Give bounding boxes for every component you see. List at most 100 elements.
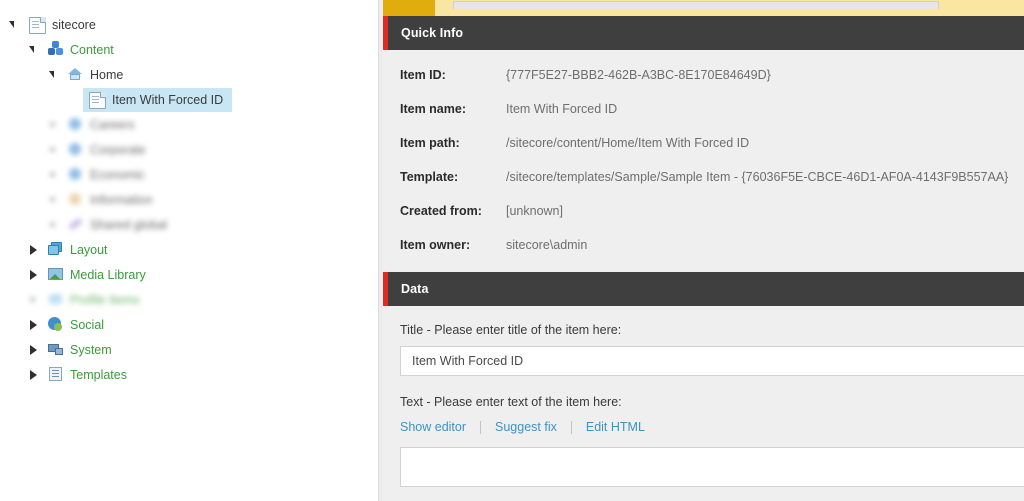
expand-arrow-right-icon[interactable] — [27, 243, 40, 256]
cubes-icon — [47, 41, 64, 58]
ribbon-inset-bar — [453, 1, 939, 9]
media-icon — [47, 266, 64, 283]
quick-info-label: Item ID: — [400, 68, 446, 82]
tree-item-corporate[interactable]: Corporate — [0, 137, 378, 162]
tree-item-label: Economic — [90, 167, 145, 182]
tree-item-content[interactable]: Content — [0, 37, 378, 62]
globe-orange-icon — [67, 191, 84, 208]
tree-item-content[interactable]: Media Library — [43, 263, 155, 286]
quick-info-label: Created from: — [400, 204, 482, 218]
tree-bullet-icon — [47, 168, 60, 181]
tree-item-label: Corporate — [90, 142, 146, 157]
tree-item-content[interactable]: Templates — [43, 363, 136, 386]
globe-blue-icon — [67, 166, 84, 183]
tree-item-content[interactable]: System — [43, 338, 121, 361]
ribbon-active-tab[interactable] — [383, 0, 435, 16]
tree-item-label: Content — [70, 42, 114, 57]
expand-arrow-right-icon[interactable] — [27, 368, 40, 381]
quick-info-rows: Item ID: {777F5E27-BBB2-462B-A3BC-8E170E8… — [383, 68, 1024, 272]
quick-info-body: Item ID: {777F5E27-BBB2-462B-A3BC-8E170E8… — [383, 50, 1024, 272]
quick-info-title: Quick Info — [401, 26, 464, 40]
tree-item-item-with-forced-id[interactable]: Item With Forced ID — [0, 87, 378, 112]
tree-item-profile-items[interactable]: Profile Items — [0, 287, 378, 312]
expand-arrow-right-icon[interactable] — [27, 268, 40, 281]
quick-info-row: Created from: [unknown] — [383, 204, 1024, 238]
quick-info-value: /sitecore/content/Home/Item With Forced … — [506, 136, 750, 150]
tree-item-layout[interactable]: Layout — [0, 237, 378, 262]
tree-item-templates[interactable]: Templates — [0, 362, 378, 387]
expand-arrow-down-icon[interactable] — [27, 43, 40, 56]
system-icon — [47, 341, 64, 358]
tree-item-content[interactable]: Social — [43, 313, 113, 336]
tree-item-information[interactable]: Information — [0, 187, 378, 212]
sitecore-content-editor: sitecore Content Home Item With Forced ID Ca… — [0, 0, 1024, 501]
tree-bullet-icon — [47, 118, 60, 131]
tree-item-label: Media Library — [70, 267, 146, 282]
tree-item-content[interactable]: Shared global — [63, 213, 176, 236]
tree-item-label: Social — [70, 317, 105, 332]
tree-item-social[interactable]: Social — [0, 312, 378, 337]
tree-item-careers[interactable]: Careers — [0, 112, 378, 137]
tree-item-media-library[interactable]: Media Library — [0, 262, 378, 287]
title-field-label: Title - Please enter title of the item h… — [400, 323, 622, 337]
show-editor-link[interactable]: Show editor — [400, 420, 466, 434]
tree-bullet-icon — [27, 293, 40, 306]
quick-info-row: Item name: Item With Forced ID — [383, 102, 1024, 136]
tree-item-label: Home — [90, 67, 124, 82]
expand-arrow-right-icon[interactable] — [27, 343, 40, 356]
quick-info-value: sitecore\admin — [506, 238, 588, 252]
tree-item-content[interactable]: Item With Forced ID — [83, 87, 233, 112]
social-icon — [47, 316, 64, 333]
tree-item-label: Item With Forced ID — [112, 92, 224, 107]
expand-arrow-down-icon[interactable] — [7, 18, 20, 31]
quick-info-row: Item ID: {777F5E27-BBB2-462B-A3BC-8E170E8… — [383, 68, 1024, 102]
expand-arrow-down-icon[interactable] — [47, 68, 60, 81]
tree-item-label: sitecore — [52, 17, 96, 32]
edit-html-link[interactable]: Edit HTML — [586, 420, 645, 434]
quick-info-label: Item name: — [400, 102, 466, 116]
tree-item-content[interactable]: Careers — [63, 113, 143, 136]
quick-info-value: [unknown] — [506, 204, 563, 218]
tree-item-home[interactable]: Home — [0, 62, 378, 87]
tree-bullet-icon — [47, 193, 60, 206]
content-tree: sitecore Content Home Item With Forced ID Ca… — [0, 12, 378, 387]
tree-item-content[interactable]: Information — [63, 188, 162, 211]
tree-item-content[interactable]: Profile Items — [43, 288, 148, 311]
tree-item-content[interactable]: Economic — [63, 163, 154, 186]
profile-icon — [47, 291, 64, 308]
tree-item-content[interactable]: sitecore — [23, 13, 105, 37]
tree-item-economic[interactable]: Economic — [0, 162, 378, 187]
tree-item-shared-global[interactable]: Shared global — [0, 212, 378, 237]
text-field-rich-editor[interactable] — [400, 447, 1024, 487]
tree-item-content[interactable]: Home — [63, 63, 132, 86]
tree-item-label: Information — [90, 192, 153, 207]
tree-item-content[interactable]: Content — [43, 38, 123, 61]
tree-bullet-icon — [47, 143, 60, 156]
content-tree-sidebar: sitecore Content Home Item With Forced ID Ca… — [0, 0, 378, 501]
link-separator — [480, 420, 482, 434]
globe-blue-icon — [67, 141, 84, 158]
tree-item-content[interactable]: Layout — [43, 238, 117, 261]
document-icon — [89, 91, 106, 109]
tree-item-label: Profile Items — [70, 292, 140, 307]
templates-icon — [47, 366, 64, 383]
data-section-body: Title - Please enter title of the item h… — [383, 306, 1024, 487]
tree-item-sitecore[interactable]: sitecore — [0, 12, 378, 37]
quick-info-label: Item path: — [400, 136, 460, 150]
ribbon-strip — [383, 0, 1024, 16]
tree-item-label: Templates — [70, 367, 127, 382]
tree-item-content[interactable]: Corporate — [63, 138, 155, 161]
pencil-icon — [67, 216, 84, 233]
suggest-fix-link[interactable]: Suggest fix — [495, 420, 557, 434]
expand-arrow-right-icon[interactable] — [27, 318, 40, 331]
text-field-label: Text - Please enter text of the item her… — [400, 395, 622, 409]
tree-bullet-icon — [67, 93, 80, 106]
quick-info-label: Template: — [400, 170, 459, 184]
tree-item-label: System — [70, 342, 112, 357]
globe-blue-icon — [67, 116, 84, 133]
tree-item-system[interactable]: System — [0, 337, 378, 362]
quick-info-section-header[interactable]: Quick Info — [383, 16, 1024, 50]
data-section-header[interactable]: Data — [383, 272, 1024, 306]
title-field-input[interactable] — [400, 346, 1024, 376]
data-title: Data — [401, 282, 429, 296]
